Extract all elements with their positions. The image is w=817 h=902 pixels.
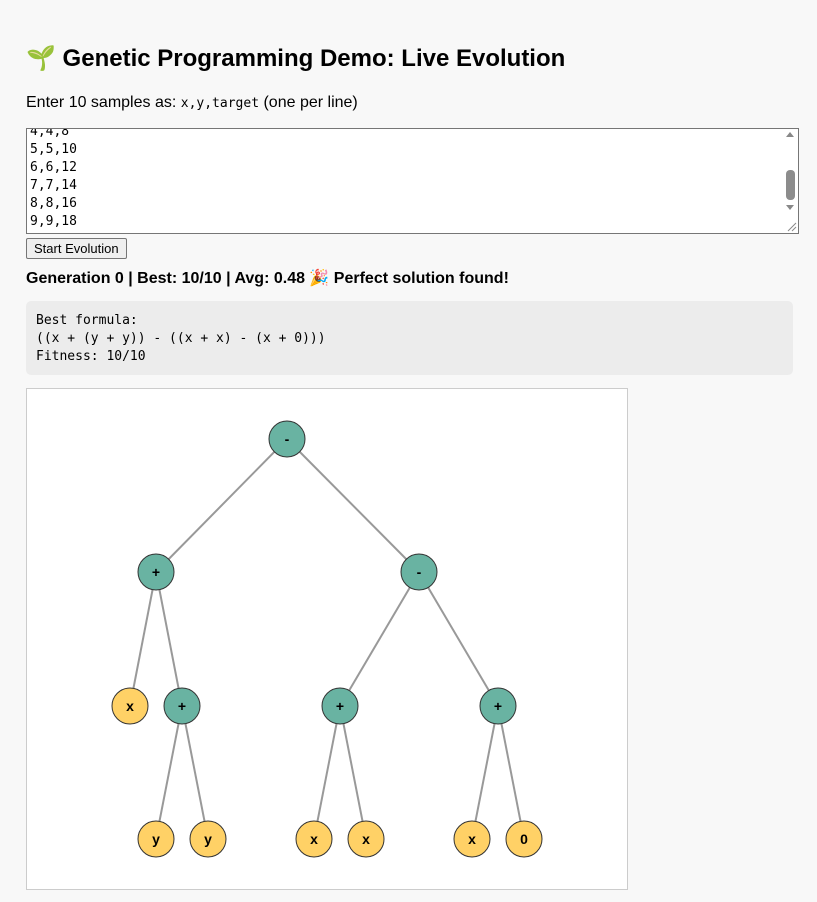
tree-node-label: + [152,564,160,580]
tree-node-label: y [152,831,160,847]
tree-node-label: y [204,831,212,847]
tree-edge [471,705,499,840]
tree-edge [339,705,367,840]
tree-operator-node: + [137,553,175,591]
start-evolution-button[interactable]: Start Evolution [26,238,127,259]
best-formula-label: Best formula: [36,313,138,328]
instructions-format-code: x,y,target [180,96,260,111]
expression-tree-panel: - + - x + + + y y x x x 0 [26,388,628,890]
tree-edge [418,571,499,707]
tree-terminal-node: x [347,820,385,858]
tree-terminal-node: x [453,820,491,858]
tree-node-label: 0 [520,831,528,847]
tree-edge [155,438,288,573]
scroll-up-arrow-icon[interactable] [786,132,794,137]
tree-edge [155,571,183,707]
page-title: 🌱 Genetic Programming Demo: Live Evoluti… [26,45,566,72]
tree-edge [339,571,420,707]
tree-terminal-node: y [189,820,227,858]
best-formula-expression: ((x + (y + y)) - ((x + x) - (x + 0))) [36,331,326,346]
scrollbar-thumb[interactable] [786,170,795,200]
generation-status: Generation 0 | Best: 10/10 | Avg: 0.48 🎉… [26,270,509,287]
tree-node-label: + [178,698,186,714]
tree-node-label: - [417,564,422,580]
tree-operator-node: - [400,553,438,591]
samples-scrollbar[interactable] [783,129,798,233]
instructions-prefix: Enter 10 samples as: [26,94,181,111]
tree-terminal-node: 0 [505,820,543,858]
tree-node-label: x [468,831,476,847]
tree-node-label: x [310,831,318,847]
scroll-down-arrow-icon[interactable] [786,205,794,210]
tree-operator-node: - [268,420,306,458]
tree-edges [129,438,525,840]
tree-terminal-node: x [295,820,333,858]
tree-edge [129,571,157,707]
tree-operator-node: + [321,687,359,725]
tree-edge [181,705,209,840]
best-formula-panel: Best formula: ((x + (y + y)) - ((x + x) -… [26,301,793,375]
tree-operator-node: + [163,687,201,725]
best-formula-fitness: Fitness: 10/10 [36,349,146,364]
tree-node-label: + [336,698,344,714]
tree-terminal-node: x [111,687,149,725]
tree-node-label: - [285,431,290,447]
tree-edge [155,705,183,840]
resize-grip-icon[interactable] [785,220,797,232]
tree-edge [497,705,525,840]
samples-textarea-content[interactable]: 4,4,8 5,5,10 6,6,12 7,7,14 8,8,16 9,9,18… [30,129,93,233]
samples-textarea[interactable]: 4,4,8 5,5,10 6,6,12 7,7,14 8,8,16 9,9,18… [26,128,799,234]
tree-node-label: x [126,698,134,714]
samples-instructions: Enter 10 samples as: x,y,target (one per… [26,94,358,113]
tree-node-label: x [362,831,370,847]
expression-tree: - + - x + + + y y x x x 0 [111,420,543,858]
tree-operator-node: + [479,687,517,725]
tree-node-label: + [494,698,502,714]
tree-terminal-node: y [137,820,175,858]
tree-edge [313,705,341,840]
instructions-suffix: (one per line) [259,94,358,111]
tree-edge [286,438,420,573]
